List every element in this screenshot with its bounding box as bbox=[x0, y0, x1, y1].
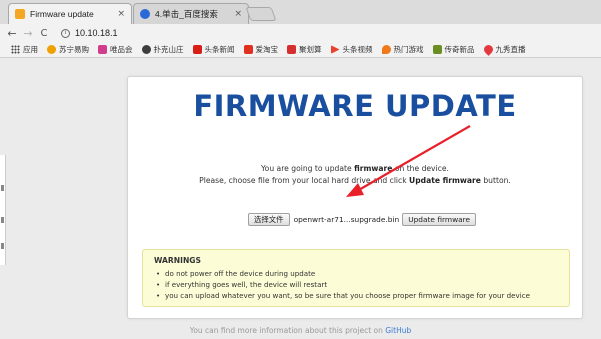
bookmark-label: 头条视频 bbox=[342, 45, 373, 54]
tab-title: Firmware update bbox=[30, 9, 94, 19]
update-firmware-button[interactable]: Update firmware bbox=[402, 212, 477, 226]
close-icon[interactable]: × bbox=[117, 9, 125, 19]
tab-strip: Firmware update × 4.单击_百度搜索 × bbox=[0, 0, 601, 24]
tab-baidu-search[interactable]: 4.单击_百度搜索 × bbox=[133, 3, 249, 24]
side-marker-icon bbox=[1, 217, 4, 223]
suning-icon bbox=[47, 45, 56, 54]
poker-icon bbox=[141, 45, 151, 54]
game-icon bbox=[381, 45, 391, 54]
warnings-box: WARNINGS do not power off the device dur… bbox=[142, 249, 570, 307]
bookmark-juhuasuan[interactable]: 聚划算 bbox=[287, 44, 322, 55]
juhuasuan-icon bbox=[287, 45, 296, 54]
page-title: FIRMWARE UPDATE bbox=[193, 89, 517, 123]
bookmark-vip[interactable]: 唯品会 bbox=[98, 44, 133, 55]
legend-icon bbox=[432, 45, 442, 54]
side-panel-edge bbox=[0, 155, 6, 265]
intro-text: You are going to update firmware on the … bbox=[128, 163, 582, 187]
forward-button[interactable]: → bbox=[20, 27, 36, 40]
warnings-list: do not power off the device during updat… bbox=[154, 268, 558, 301]
bookmark-label: 唯品会 bbox=[110, 45, 133, 54]
tab-title: 4.单击_百度搜索 bbox=[155, 9, 218, 19]
new-tab-button[interactable] bbox=[245, 7, 277, 21]
live-icon bbox=[481, 43, 495, 56]
bookmark-poker[interactable]: 扑克山庄 bbox=[141, 44, 184, 55]
side-marker-icon bbox=[1, 185, 4, 191]
bookmark-label: 九秀直播 bbox=[495, 45, 526, 54]
bookmark-label: 应用 bbox=[23, 45, 38, 54]
bookmark-legend[interactable]: 传奇新品 bbox=[432, 44, 475, 55]
back-button[interactable]: ← bbox=[4, 27, 20, 40]
page-viewport: FIRMWARE UPDATE You are going to update … bbox=[0, 59, 601, 339]
bookmark-game[interactable]: 热门游戏 bbox=[381, 44, 424, 55]
footer-text: You can find more information about this… bbox=[189, 326, 386, 335]
url-text[interactable]: 10.10.18.1 bbox=[75, 28, 118, 38]
footer-note: You can find more information about this… bbox=[0, 326, 601, 335]
apps-grid-icon bbox=[11, 45, 20, 54]
intro-line2-post: button. bbox=[480, 176, 511, 185]
bookmark-apps[interactable]: 应用 bbox=[11, 44, 38, 55]
intro-line1-post: on the device. bbox=[392, 164, 449, 173]
selected-file-name: openwrt-ar71...supgrade.bin bbox=[293, 214, 400, 224]
bookmark-label: 头条新闻 bbox=[204, 45, 235, 54]
bookmark-label: 传奇新品 bbox=[444, 45, 475, 54]
video-icon bbox=[330, 45, 340, 54]
warnings-title: WARNINGS bbox=[154, 256, 201, 265]
bookmarks-bar: 应用 苏宁易购 唯品会 扑克山庄 头条新闻 爱淘宝 聚划算 头条视频 热门游戏 … bbox=[0, 42, 601, 58]
warning-item: you can upload whatever you want, so be … bbox=[154, 290, 558, 301]
bookmark-label: 聚划算 bbox=[299, 45, 322, 54]
bookmark-video[interactable]: 头条视频 bbox=[330, 44, 373, 55]
side-marker-icon bbox=[1, 243, 4, 249]
intro-line2-pre: Please, choose file from your local hard… bbox=[199, 176, 410, 185]
address-bar[interactable]: i 10.10.18.1 bbox=[61, 25, 601, 41]
intro-line1-pre: You are going to update bbox=[261, 164, 355, 173]
bookmark-label: 爱淘宝 bbox=[255, 45, 279, 54]
warning-item: do not power off the device during updat… bbox=[154, 268, 558, 279]
info-icon[interactable]: i bbox=[61, 28, 70, 38]
browser-toolbar: ← → C i 10.10.18.1 bbox=[0, 24, 601, 42]
reload-button[interactable]: C bbox=[36, 28, 52, 39]
bookmark-news[interactable]: 头条新闻 bbox=[192, 44, 235, 55]
upload-form: 选择文件 openwrt-ar71...supgrade.bin Update … bbox=[248, 212, 477, 226]
firmware-card: FIRMWARE UPDATE You are going to update … bbox=[127, 76, 583, 319]
vip-icon bbox=[98, 45, 107, 54]
bookmark-label: 苏宁易购 bbox=[59, 45, 89, 54]
intro-line1-bold: firmware bbox=[354, 164, 393, 173]
bookmark-label: 热门游戏 bbox=[393, 45, 424, 54]
taobao-icon bbox=[243, 45, 253, 54]
intro-line2-bold: Update firmware bbox=[409, 176, 481, 185]
bookmark-suning[interactable]: 苏宁易购 bbox=[47, 44, 89, 55]
news-icon bbox=[192, 45, 202, 54]
bookmark-taobao[interactable]: 爱淘宝 bbox=[243, 44, 279, 55]
tab-firmware-update[interactable]: Firmware update × bbox=[8, 3, 132, 24]
warning-item: if everything goes well, the device will… bbox=[154, 279, 558, 290]
firmware-favicon-icon bbox=[15, 9, 25, 19]
close-icon[interactable]: × bbox=[234, 9, 242, 19]
choose-file-button[interactable]: 选择文件 bbox=[248, 212, 290, 226]
bookmark-live[interactable]: 九秀直播 bbox=[481, 43, 526, 56]
baidu-favicon-icon bbox=[140, 9, 150, 19]
bookmark-label: 扑克山庄 bbox=[153, 45, 184, 54]
github-link[interactable]: GitHub bbox=[385, 326, 411, 335]
